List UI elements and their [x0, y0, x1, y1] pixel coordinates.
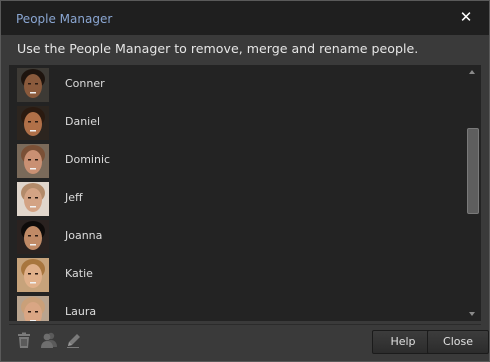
close-button[interactable]: Close — [427, 330, 489, 354]
scrollbar[interactable] — [465, 65, 481, 321]
person-row[interactable]: Jeff — [9, 179, 463, 217]
person-name: Dominic — [65, 153, 111, 166]
help-button[interactable]: Help — [372, 330, 434, 354]
person-row[interactable]: Joanna — [9, 217, 463, 255]
footer-divider — [9, 324, 481, 325]
trash-icon[interactable] — [15, 331, 33, 349]
person-name: Joanna — [65, 229, 103, 242]
close-icon[interactable]: ✕ — [457, 8, 475, 26]
person-row[interactable]: Katie — [9, 255, 463, 293]
scroll-up-arrow-icon[interactable] — [469, 70, 475, 74]
person-name: Conner — [65, 77, 105, 90]
title-bar: People Manager ✕ — [1, 1, 489, 35]
person-avatar — [17, 220, 49, 254]
scroll-down-arrow-icon[interactable] — [469, 312, 475, 316]
person-name: Laura — [65, 305, 97, 318]
person-row[interactable]: Dominic — [9, 141, 463, 179]
people-list[interactable]: Conner Daniel Dominic Jeff Joanna Katie Laura — [9, 65, 463, 321]
people-list-frame: Conner Daniel Dominic Jeff Joanna Katie Laura — [9, 65, 481, 321]
person-avatar — [17, 68, 49, 102]
person-name: Katie — [65, 267, 93, 280]
person-avatar — [17, 106, 49, 140]
person-avatar — [17, 258, 49, 292]
people-manager-dialog: People Manager ✕ Use the People Manager … — [0, 0, 490, 362]
merge-people-icon[interactable] — [40, 331, 58, 349]
scrollbar-thumb[interactable] — [467, 128, 479, 214]
instructions-text: Use the People Manager to remove, merge … — [17, 41, 419, 56]
person-avatar — [17, 182, 49, 216]
person-avatar — [17, 296, 49, 321]
pencil-icon[interactable] — [65, 331, 83, 349]
person-row[interactable]: Conner — [9, 65, 463, 103]
dialog-title: People Manager — [16, 12, 113, 26]
person-name: Daniel — [65, 115, 101, 128]
person-avatar — [17, 144, 49, 178]
person-name: Jeff — [65, 191, 83, 204]
person-row[interactable]: Laura — [9, 293, 463, 321]
person-row[interactable]: Daniel — [9, 103, 463, 141]
